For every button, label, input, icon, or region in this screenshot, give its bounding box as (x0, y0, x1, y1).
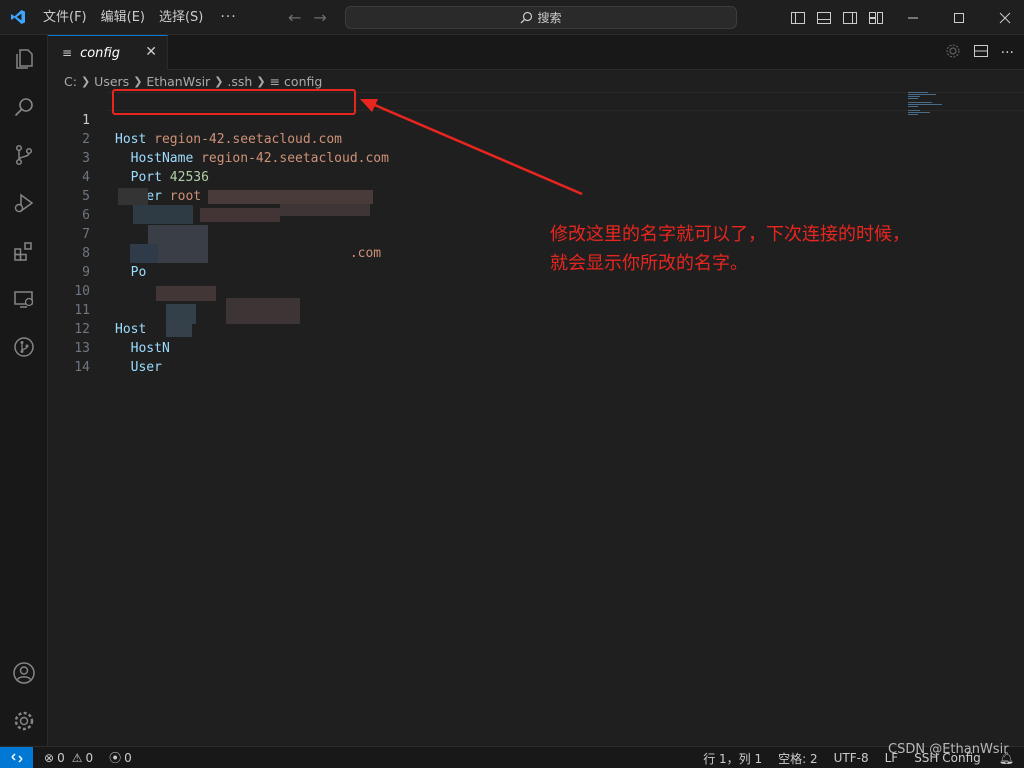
remote-indicator-button[interactable] (0, 746, 33, 768)
watermark: CSDN @EthanWsir (888, 742, 1009, 757)
remote-icon (10, 752, 23, 763)
warning-icon: ⚠ (71, 750, 83, 765)
broadcast-icon: ⦿ (109, 751, 122, 765)
annotation-arrow (360, 99, 583, 196)
annotation-text: 修改这里的名字就可以了，下次连接的时候， 就会显示你所改的名字。 (550, 224, 910, 274)
cursor-position[interactable]: 行 1，列 1 (695, 750, 770, 767)
encoding[interactable]: UTF-8 (826, 751, 877, 765)
indentation[interactable]: 空格: 2 (770, 750, 826, 767)
error-icon: ⊗ (44, 750, 55, 765)
problems-indicator[interactable]: ⊗ 0 ⚠ 0 (39, 751, 98, 765)
ports-indicator[interactable]: ⦿ 0 (104, 749, 137, 766)
status-bar: ⊗ 0 ⚠ 0 ⦿ 0 行 1，列 1 空格: 2 UTF-8 LF SSH C… (0, 746, 1024, 768)
